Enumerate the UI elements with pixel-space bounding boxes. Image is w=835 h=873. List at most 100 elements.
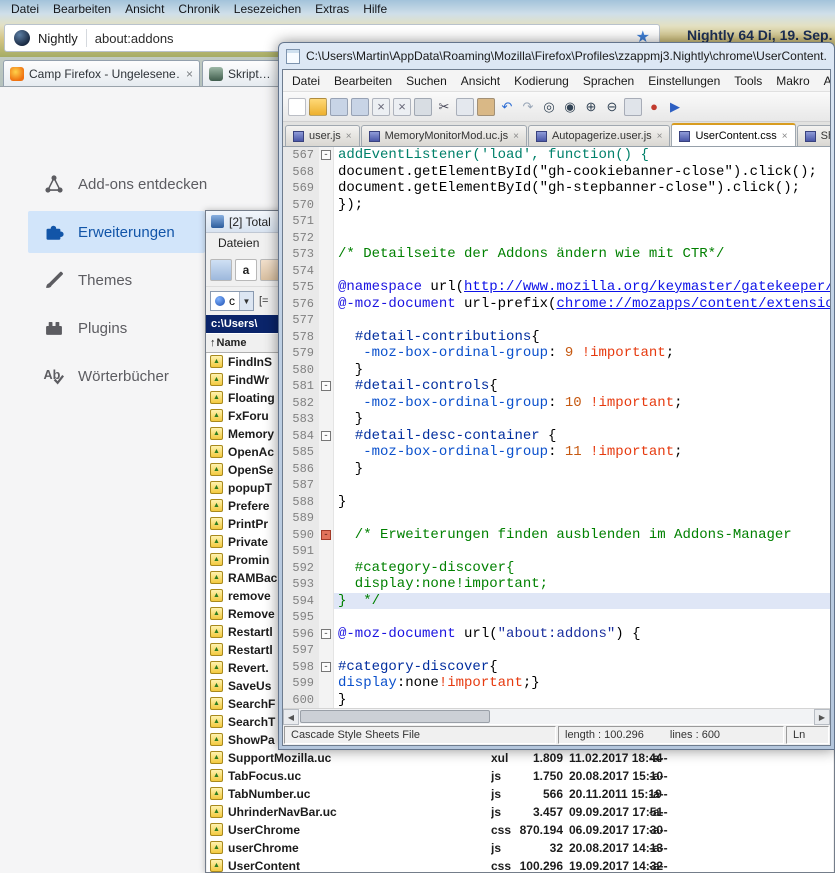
zoom-out-icon[interactable]: ⊖ [603,98,621,116]
close-tab-icon[interactable]: × [186,67,193,81]
code-line: 588} [283,494,830,511]
menu-item-bearbeiten[interactable]: Bearbeiten [327,72,399,90]
word-wrap-icon[interactable] [624,98,642,116]
menu-item-tools[interactable]: Tools [727,72,769,90]
editor-tab-autopagerize-user-js[interactable]: Autopagerize.user.js× [528,125,671,146]
line-number: 594 [283,593,319,610]
menu-item-kodierung[interactable]: Kodierung [507,72,576,90]
line-number: 576 [283,296,319,313]
menu-item-aus[interactable]: Aus [817,72,830,90]
code-segment: } [338,494,346,510]
code-segment [573,345,581,361]
zoom-in-icon[interactable]: ⊕ [582,98,600,116]
menu-item-hilfe[interactable]: Hilfe [356,1,394,17]
menu-item-makro[interactable]: Makro [769,72,816,90]
find-icon[interactable]: ◎ [540,98,558,116]
menu-item-dateien[interactable]: Dateien [212,236,265,250]
file-attr: -a-- [649,857,699,872]
scroll-left-icon[interactable]: ◀ [283,709,299,725]
file-icon [210,733,223,746]
line-number: 600 [283,692,319,709]
sidebar-item-add-ons-entdecken[interactable]: Add-ons entdecken [28,163,205,205]
file-row[interactable]: UhrinderNavBar.ucjs3.45709.09.2017 17:51… [207,803,833,821]
browser-tab-camp-firefox[interactable]: Camp Firefox - Ungelesene… × [3,60,200,86]
menu-item-ansicht[interactable]: Ansicht [454,72,507,90]
menu-item-suchen[interactable]: Suchen [399,72,454,90]
tc-toolbar-disk-icon[interactable] [210,259,232,281]
scroll-right-icon[interactable]: ▶ [814,709,830,725]
menu-item-datei[interactable]: Datei [4,1,46,17]
fold-marker-icon[interactable]: - [321,629,331,639]
code-editor[interactable]: 567-addEventListener('load', function() … [283,147,830,708]
menu-item-ansicht[interactable]: Ansicht [118,1,171,17]
save-all-icon[interactable] [351,98,369,116]
redo-icon[interactable]: ↷ [519,98,537,116]
sidebar-item-plugins[interactable]: Plugins [28,307,205,349]
close-tab-icon[interactable]: × [657,131,663,142]
record-macro-icon[interactable]: ● [645,98,663,116]
menu-item-datei[interactable]: Datei [285,72,327,90]
sidebar-item-w-rterb-cher[interactable]: AbWörterbücher [28,355,205,397]
drive-combobox[interactable]: c ▼ [210,291,254,311]
fold-marker-icon[interactable]: - [321,662,331,672]
file-icon [210,787,223,800]
close-all-icon[interactable]: × [393,98,411,116]
code-line: 574 [283,263,830,280]
menu-item-extras[interactable]: Extras [308,1,356,17]
fold-margin [319,444,334,461]
editor-tab-usercontent-css[interactable]: UserContent.css× [671,123,795,147]
scrollbar-thumb[interactable] [300,710,490,723]
editor-tab-showpass[interactable]: ShowPass× [797,125,830,146]
code-text: -moz-box-ordinal-group: 11 !important; [334,444,830,461]
print-icon[interactable] [414,98,432,116]
code-segment: /* Erweiterungen finden ausblenden im Ad… [338,527,792,543]
sidebar-item-erweiterungen[interactable]: Erweiterungen [28,211,205,253]
close-icon[interactable]: × [372,98,390,116]
file-row[interactable]: UserContentcss100.29619.09.2017 14:32-a-… [207,857,833,872]
npp-menubar: DateiBearbeitenSuchenAnsichtKodierungSpr… [283,70,830,92]
close-tab-icon[interactable]: × [782,131,788,142]
app-button-label[interactable]: Nightly [38,31,78,46]
sidebar-item-themes[interactable]: Themes [28,259,205,301]
fold-marker-icon[interactable]: - [321,530,331,540]
file-size: 100.296 [507,857,563,872]
fold-marker-icon[interactable]: - [321,150,331,160]
menu-item-lesezeichen[interactable]: Lesezeichen [227,1,308,17]
file-icon [210,859,223,872]
line-number: 568 [283,164,319,181]
file-row[interactable]: SupportMozilla.ucxul1.80911.02.2017 18:4… [207,749,833,767]
cut-icon[interactable]: ✂ [435,98,453,116]
npp-titlebar[interactable]: C:\Users\Martin\AppData\Roaming\Mozilla\… [282,43,831,69]
file-row[interactable]: userChromejs3220.08.2017 14:13-a-- [207,839,833,857]
play-macro-icon[interactable]: ▶ [666,98,684,116]
menu-item-bearbeiten[interactable]: Bearbeiten [46,1,118,17]
menu-item-sprachen[interactable]: Sprachen [576,72,641,90]
fold-margin [319,494,334,511]
open-folder-icon[interactable] [309,98,327,116]
menu-item-einstellungen[interactable]: Einstellungen [641,72,727,90]
undo-icon[interactable]: ↶ [498,98,516,116]
menu-item-chronik[interactable]: Chronik [171,1,226,17]
nightly-logo-icon [14,30,30,46]
tc-toolbar-font-icon[interactable]: a [235,259,257,281]
close-tab-icon[interactable]: × [513,131,519,142]
copy-icon[interactable] [456,98,474,116]
fold-margin [319,609,334,626]
file-row[interactable]: TabNumber.ucjs56620.11.2011 15:19-a-- [207,785,833,803]
replace-icon[interactable]: ◉ [561,98,579,116]
paste-icon[interactable] [477,98,495,116]
close-tab-icon[interactable]: × [346,131,352,142]
fold-marker-icon[interactable]: - [321,431,331,441]
new-file-icon[interactable] [288,98,306,116]
file-row[interactable]: UserChromecss870.19406.09.2017 17:30-a-- [207,821,833,839]
editor-tab-memorymonitormod-uc-js[interactable]: MemoryMonitorMod.uc.js× [361,125,527,146]
horizontal-scrollbar[interactable]: ◀ ▶ [283,708,830,724]
chevron-down-icon[interactable]: ▼ [239,292,253,310]
save-icon[interactable] [330,98,348,116]
code-segment [582,444,590,460]
fold-marker-icon[interactable]: - [321,381,331,391]
file-row[interactable]: TabFocus.ucjs1.75020.08.2017 15:10-a-- [207,767,833,785]
code-text [334,263,830,280]
editor-tab-user-js[interactable]: user.js× [285,125,360,146]
code-segment: url( [456,626,498,642]
